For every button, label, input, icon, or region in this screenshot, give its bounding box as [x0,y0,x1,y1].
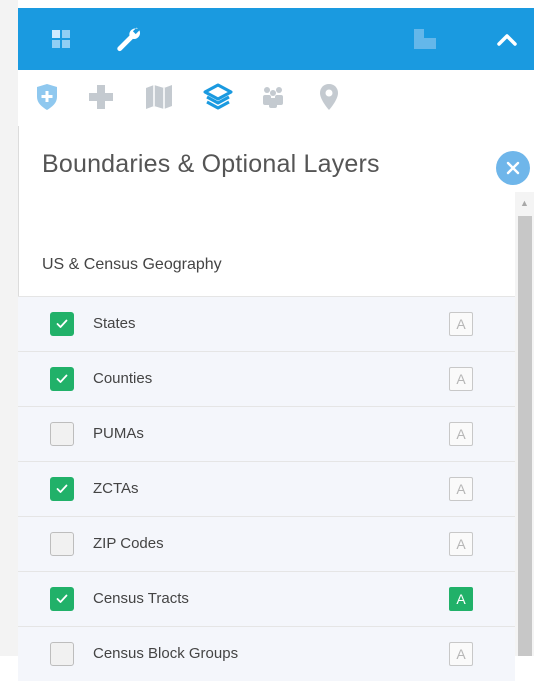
layer-checkbox[interactable] [50,367,74,391]
people-icon[interactable] [256,80,290,114]
layer-row[interactable]: PUMAs A [18,406,515,461]
label-toggle-button[interactable]: A [449,642,473,666]
left-edge [0,0,19,656]
top-bar [18,8,534,70]
checkmark-icon [56,484,68,493]
layer-label: Census Block Groups [93,645,239,662]
scrollbar-thumb[interactable] [518,216,532,656]
layer-row[interactable]: Counties A [18,351,515,406]
label-toggle-button[interactable]: A [449,587,473,611]
layer-label: ZIP Codes [93,535,164,552]
layer-label: States [93,315,136,332]
scrollbar[interactable]: ▲ [515,192,534,656]
layer-list: States A Counties A PUMAs A ZCTAs A ZIP Codes A Ce… [18,296,515,681]
layer-row[interactable]: ZIP Codes A [18,516,515,571]
layer-checkbox[interactable] [50,642,74,666]
location-pin-icon[interactable] [312,80,346,114]
scroll-up-arrow-icon[interactable]: ▲ [515,192,534,214]
label-toggle-button[interactable]: A [449,422,473,446]
layer-toolbar [18,70,534,126]
label-toggle-button[interactable]: A [449,477,473,501]
window-icon[interactable] [410,8,440,70]
layer-checkbox[interactable] [50,477,74,501]
layer-checkbox[interactable] [50,532,74,556]
label-toggle-button[interactable]: A [449,532,473,556]
layer-label: Census Tracts [93,590,189,607]
shield-plus-icon[interactable] [30,80,64,114]
checkmark-icon [56,319,68,328]
layer-label: ZCTAs [93,480,139,497]
section-heading: US & Census Geography [42,256,222,273]
layer-row[interactable]: ZCTAs A [18,461,515,516]
layer-checkbox[interactable] [50,587,74,611]
grid-icon[interactable] [50,8,72,70]
panel-title: Boundaries & Optional Layers [42,150,380,178]
chevron-up-icon[interactable] [492,8,522,70]
checkmark-icon [56,594,68,603]
wrench-icon[interactable] [106,8,150,70]
checkmark-icon [56,374,68,383]
layer-row[interactable]: Census Tracts A [18,571,515,626]
layer-row[interactable]: Census Block Groups A [18,626,515,681]
label-toggle-button[interactable]: A [449,367,473,391]
layer-row[interactable]: States A [18,296,515,351]
layer-label: Counties [93,370,153,387]
close-button[interactable] [496,151,530,185]
layers-icon[interactable] [201,80,235,114]
layer-checkbox[interactable] [50,312,74,336]
plus-icon[interactable] [84,80,118,114]
map-icon[interactable] [142,80,176,114]
close-icon [506,161,520,175]
layer-checkbox[interactable] [50,422,74,446]
top-strip [18,0,534,8]
layer-label: PUMAs [93,425,144,442]
label-toggle-button[interactable]: A [449,312,473,336]
